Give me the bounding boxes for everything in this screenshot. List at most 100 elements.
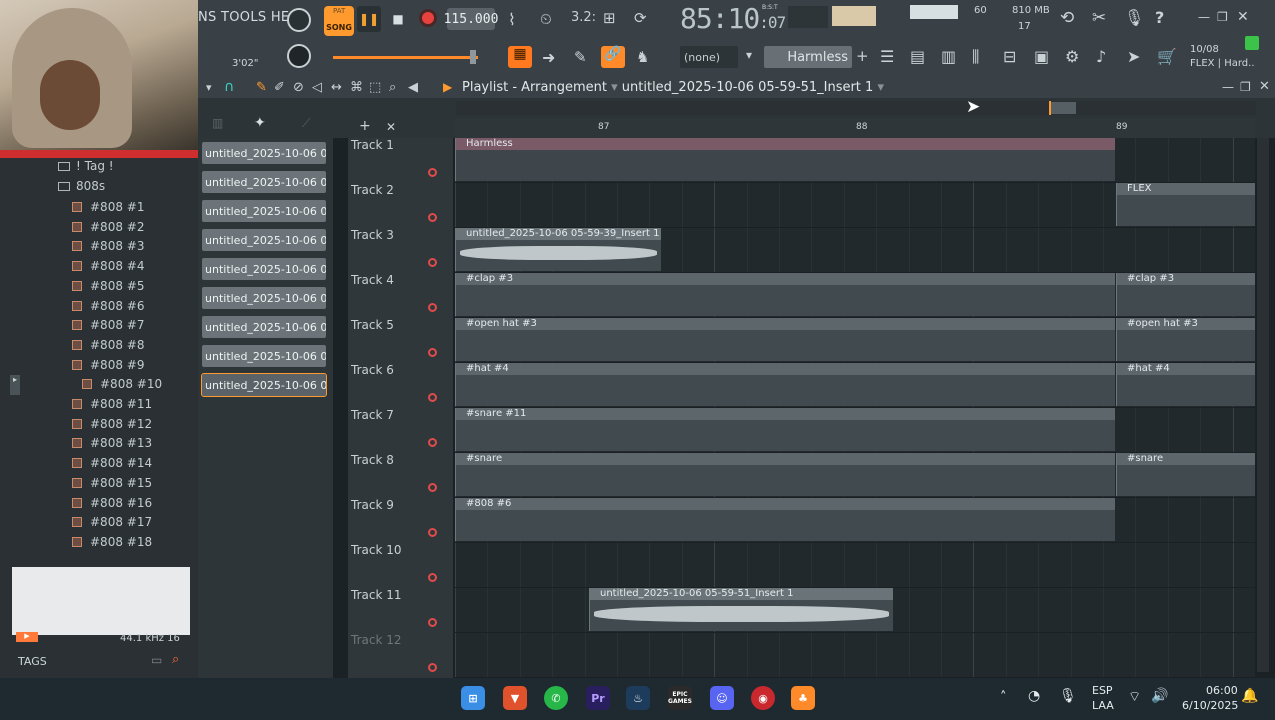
pattern-clip[interactable]: #snare xyxy=(1116,453,1255,496)
steam-icon[interactable]: ♨ xyxy=(626,686,650,710)
pattern-clip[interactable]: Harmless xyxy=(455,138,1115,181)
premiere-icon[interactable]: Pr xyxy=(586,686,610,710)
add-pattern-icon[interactable]: + xyxy=(856,47,869,65)
start-icon[interactable]: ⊞ xyxy=(461,686,485,710)
track-label[interactable]: Track 12 xyxy=(351,633,401,647)
mute-tool-icon[interactable]: ◁ xyxy=(312,80,322,95)
link-icon[interactable]: 🔗 xyxy=(601,46,625,68)
tags-search-icon[interactable]: ⌕ xyxy=(172,652,179,667)
track-mute-button[interactable] xyxy=(428,348,437,357)
track-mute-button[interactable] xyxy=(428,483,437,492)
plugin-icon[interactable]: ⚙ xyxy=(1065,47,1079,66)
clip-source-item[interactable]: untitled_2025-10-06 05-... xyxy=(202,171,326,193)
brave-icon[interactable]: ▼ xyxy=(503,686,527,710)
clip-source-item[interactable]: untitled_2025-10-06 05-... xyxy=(202,258,326,280)
master-pitch-knob[interactable] xyxy=(287,44,311,68)
playlist-maximize-icon[interactable]: ❐ xyxy=(1240,80,1251,94)
maximize-icon[interactable]: ❐ xyxy=(1217,10,1228,24)
clip-source-item[interactable]: untitled_2025-10-06 05-... xyxy=(201,373,327,397)
close-icon[interactable]: ✕ xyxy=(1237,9,1249,25)
pattern-clip[interactable]: #clap #3 xyxy=(1116,273,1255,316)
master-volume-slider[interactable] xyxy=(333,56,478,59)
pattern-clip[interactable]: #snare xyxy=(455,453,1115,496)
track-mute-button[interactable] xyxy=(428,663,437,672)
wifi-icon[interactable]: ⌔ xyxy=(1128,688,1141,706)
pencil-tool-icon[interactable]: ✎ xyxy=(574,48,587,66)
whatsapp-icon[interactable]: ✆ xyxy=(544,686,568,710)
add-track-icon[interactable]: + xyxy=(359,118,371,134)
pattern-clip[interactable]: FLEX xyxy=(1116,183,1255,226)
track-mute-button[interactable] xyxy=(428,618,437,627)
track-label[interactable]: Track 3 xyxy=(351,228,394,242)
typing-keyboard-icon[interactable]: ▦ xyxy=(508,46,532,68)
clip-source-item[interactable]: untitled_2025-10-06 05-... xyxy=(202,287,326,309)
project-icon[interactable]: ▣ xyxy=(1034,47,1049,66)
audio-clip[interactable]: untitled_2025-10-06 05-59-39_Insert 1 xyxy=(455,228,661,271)
picker-wave-icon[interactable]: ✦ xyxy=(254,115,266,131)
track-label[interactable]: Track 4 xyxy=(351,273,394,287)
lang-line2[interactable]: LAA xyxy=(1092,699,1114,712)
loop-record-icon[interactable]: ⟳ xyxy=(634,9,647,27)
playlist-minimize-icon[interactable]: — xyxy=(1222,80,1234,94)
playlist-icon[interactable]: ☰ xyxy=(880,47,894,66)
track-label[interactable]: Track 10 xyxy=(351,543,401,557)
vertical-scrollbar[interactable] xyxy=(1257,138,1269,672)
record-button[interactable] xyxy=(419,9,437,27)
pattern-dropdown-icon[interactable]: ▾ xyxy=(746,48,752,62)
pattern-clip[interactable]: #open hat #3 xyxy=(1116,318,1255,361)
track-mute-button[interactable] xyxy=(428,438,437,447)
playlist-play-icon[interactable]: ▶ xyxy=(443,80,452,94)
draw-tool-icon[interactable]: ✎ xyxy=(256,80,267,95)
pattern-clip[interactable]: #hat #4 xyxy=(455,363,1115,406)
track-label[interactable]: Track 2 xyxy=(351,183,394,197)
piano-roll-icon[interactable]: ▤ xyxy=(910,47,925,66)
preview-play-icon[interactable]: ▶ xyxy=(16,632,38,642)
undo-history-icon[interactable]: ⟲ xyxy=(1060,8,1074,28)
shop-icon[interactable]: 🛒 xyxy=(1157,47,1177,66)
remove-track-icon[interactable]: ✕ xyxy=(386,120,396,134)
track-label[interactable]: Track 6 xyxy=(351,363,394,377)
notification-icon[interactable]: 🔔 xyxy=(1241,688,1258,704)
wait-input-icon[interactable]: ⏲ xyxy=(540,10,552,28)
mic-capture-icon[interactable]: ➤ xyxy=(1127,47,1140,66)
track-label[interactable]: Track 7 xyxy=(351,408,394,422)
lang-line1[interactable]: ESP xyxy=(1092,684,1113,697)
track-label[interactable]: Track 5 xyxy=(351,318,394,332)
master-volume-knob[interactable] xyxy=(287,8,311,32)
tags-folder-icon[interactable]: ▭ xyxy=(151,653,162,667)
track-mute-button[interactable] xyxy=(428,393,437,402)
help-icon[interactable]: ? xyxy=(1155,8,1164,27)
pattern-clip[interactable]: #clap #3 xyxy=(455,273,1115,316)
discord-icon[interactable]: ☺ xyxy=(710,686,734,710)
track-mute-button[interactable] xyxy=(428,258,437,267)
volume-icon[interactable]: 🔊 xyxy=(1151,688,1168,704)
slice-tool-icon[interactable]: ⌘ xyxy=(350,80,363,95)
track-label[interactable]: Track 1 xyxy=(351,138,394,152)
browser-collapse-icon[interactable]: ▸ xyxy=(10,375,20,395)
track-label[interactable]: Track 9 xyxy=(351,498,394,512)
clip-source-item[interactable]: untitled_2025-10-06 05-... xyxy=(202,316,326,338)
track-mute-button[interactable] xyxy=(428,213,437,222)
clock-date[interactable]: 6/10/2025 xyxy=(1182,699,1238,712)
mixer-icon[interactable]: ⫼ xyxy=(972,47,979,67)
clip-source-item[interactable]: untitled_2025-10-06 05-... xyxy=(202,345,326,367)
picker-pattern-icon[interactable]: ▥ xyxy=(212,116,223,130)
cut-icon[interactable]: ✂ xyxy=(1092,8,1106,28)
metronome-icon[interactable]: ⌇ xyxy=(508,10,516,29)
timeline-ruler[interactable]: 87 88 89 xyxy=(455,118,1255,138)
fl-studio-icon[interactable]: ♣ xyxy=(791,686,815,710)
tray-mic-icon[interactable]: 🎙 xyxy=(1059,688,1077,704)
playlist-menu-arrow-icon[interactable]: ▾ xyxy=(206,81,212,94)
chrome-icon[interactable]: ◉ xyxy=(751,686,775,710)
clip-source-item[interactable]: untitled_2025-10-06 05-... xyxy=(202,142,326,164)
audio-clip[interactable]: untitled_2025-10-06 05-59-51_Insert 1 xyxy=(589,588,893,631)
clip-source-item[interactable]: untitled_2025-10-06 05-... xyxy=(202,200,326,222)
clock-time[interactable]: 06:00 xyxy=(1206,684,1238,697)
current-pattern[interactable]: Harmless xyxy=(764,46,852,68)
pattern-clip[interactable]: #snare #11 xyxy=(455,408,1115,451)
playback-tool-icon[interactable]: ◀ xyxy=(408,80,418,95)
step-edit-icon[interactable]: ⊞ xyxy=(603,9,616,27)
magnet-snap-icon[interactable]: ∩ xyxy=(224,79,234,95)
paint-tool-icon[interactable]: ✐ xyxy=(274,80,285,95)
track-mute-button[interactable] xyxy=(428,303,437,312)
